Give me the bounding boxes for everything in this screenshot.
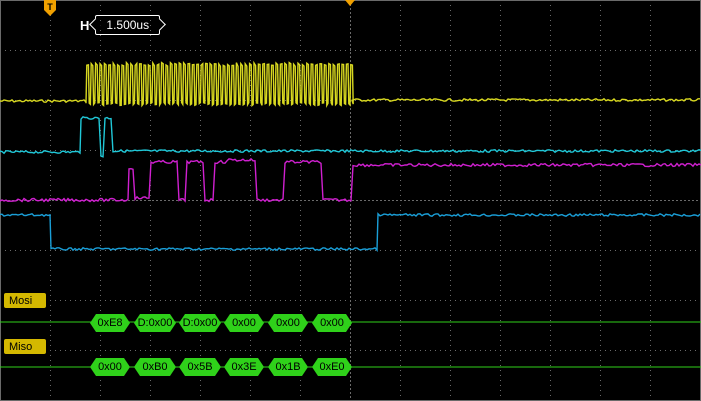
timebase-value[interactable]: 1.500us [95, 15, 161, 35]
horizontal-timebase[interactable]: H 1.500us [80, 14, 161, 36]
oscilloscope-screen: T H 1.500us Mosi Miso 0xE8 D:0x00 D:0x00… [0, 0, 701, 401]
mosi-frame: D:0x00 [134, 314, 176, 332]
channel-3-trace [0, 157, 701, 203]
waveform-area [0, 60, 701, 368]
trigger-marker-label: T [47, 2, 53, 12]
miso-frame: 0xE0 [312, 358, 352, 376]
miso-frame: 0x3E [224, 358, 264, 376]
mosi-frame: D:0x00 [179, 314, 221, 332]
mosi-frame: 0xE8 [90, 314, 130, 332]
miso-frame: 0xB0 [134, 358, 176, 376]
miso-frame: 0x00 [90, 358, 130, 376]
bus-tag-mosi[interactable]: Mosi [4, 293, 46, 308]
timebase-label: H [80, 17, 90, 33]
channel-4-trace [0, 212, 701, 253]
mosi-frame: 0x00 [224, 314, 264, 332]
bus-tag-miso[interactable]: Miso [4, 339, 46, 354]
channel-2-trace [0, 115, 701, 158]
mosi-frame: 0x00 [312, 314, 352, 332]
miso-frame: 0x1B [268, 358, 308, 376]
mosi-frame: 0x00 [268, 314, 308, 332]
miso-frame: 0x5B [179, 358, 221, 376]
channel-1-trace [0, 60, 700, 108]
